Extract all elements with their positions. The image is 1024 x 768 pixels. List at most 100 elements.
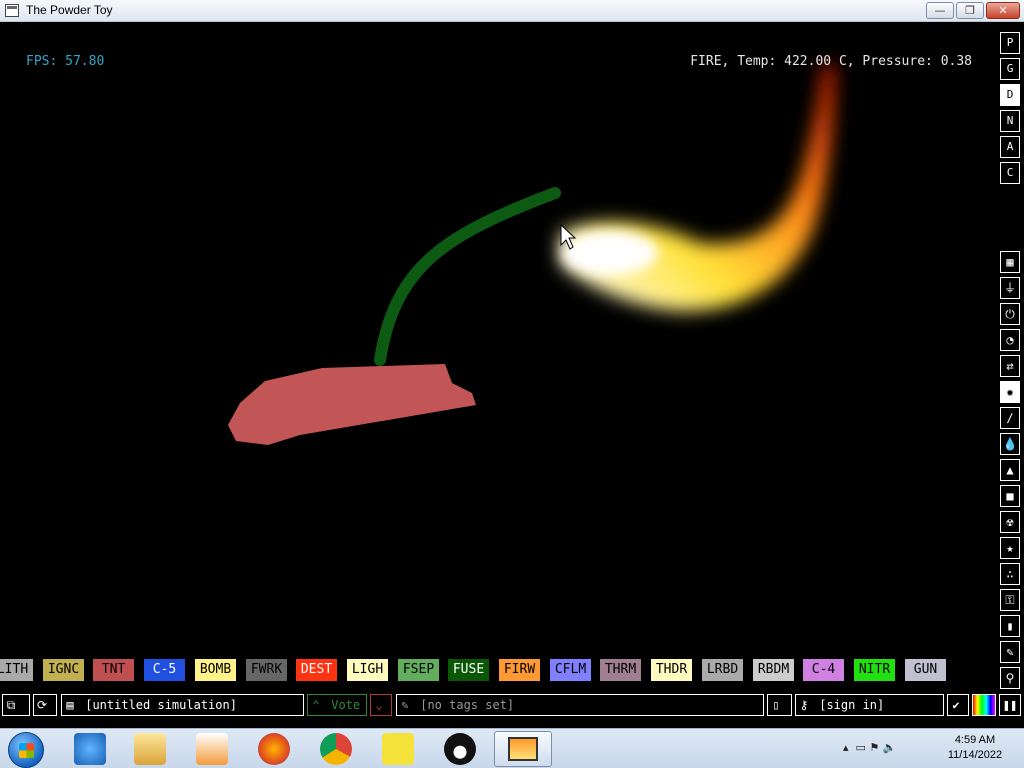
settings-button[interactable]: ✔ xyxy=(947,694,969,716)
element-c5-button[interactable]: C-5 xyxy=(144,659,185,681)
renderer-options-button[interactable] xyxy=(972,694,996,716)
maximize-button[interactable]: ❐ xyxy=(956,2,984,19)
element-ignc-button[interactable]: IGNC xyxy=(43,659,84,681)
menu-button-d[interactable]: D xyxy=(1000,84,1020,106)
tag-icon: ✎ xyxy=(401,698,409,712)
reload-button[interactable]: ⟳ xyxy=(33,694,57,716)
category-search-button[interactable]: ⚲ xyxy=(1000,667,1020,689)
element-thdr-button[interactable]: THDR xyxy=(651,659,692,681)
minimize-button[interactable]: — xyxy=(926,2,954,19)
file-explorer-icon[interactable] xyxy=(134,733,166,765)
vote-down-button[interactable]: ⌄ xyxy=(370,694,392,716)
category-powered-button[interactable]: ⏻ xyxy=(1000,303,1020,325)
element-ligh-button[interactable]: LIGH xyxy=(347,659,388,681)
element-nitr-button[interactable]: NITR xyxy=(854,659,895,681)
start-button[interactable] xyxy=(8,732,44,768)
element-cflm-button[interactable]: CFLM xyxy=(550,659,591,681)
simulation-drawing xyxy=(228,63,835,445)
powders-icon: ▲ xyxy=(1006,463,1014,477)
walls-icon: ▦ xyxy=(1006,255,1014,269)
category-special-button[interactable]: ★ xyxy=(1000,537,1020,559)
pause-button[interactable]: ❚❚ xyxy=(999,694,1021,716)
clock-time: 4:59 AM xyxy=(954,734,996,746)
element-lith-button[interactable]: LITH xyxy=(0,659,33,681)
chrome-icon[interactable] xyxy=(320,733,352,765)
particles-icon: ∴ xyxy=(1006,567,1014,581)
search-icon: ⚲ xyxy=(1005,671,1015,685)
category-electronics-button[interactable]: ⏚ xyxy=(1000,277,1020,299)
element-firw-button[interactable]: FIRW xyxy=(499,659,540,681)
fps-counter: FPS: 57.80 xyxy=(26,54,105,69)
pause-icon: ❚❚ xyxy=(1002,698,1018,712)
fire-core xyxy=(562,231,658,275)
internet-explorer-icon[interactable] xyxy=(74,733,106,765)
menu-button-c[interactable]: C xyxy=(1000,162,1020,184)
category-walls-button[interactable]: ▦ xyxy=(1000,251,1020,273)
gases-icon: ∕ xyxy=(1006,411,1014,425)
element-c4-button[interactable]: C-4 xyxy=(803,659,844,681)
element-thrm-button[interactable]: THRM xyxy=(600,659,641,681)
decoration-icon: ✎ xyxy=(1006,645,1014,659)
system-tray-icons[interactable]: ▴ ▭ ⚑ 🔈 xyxy=(843,741,896,754)
pingu-game-icon[interactable] xyxy=(444,733,476,765)
vote-up-button[interactable]: ⌃ Vote xyxy=(307,694,367,716)
category-liquids-button[interactable]: 💧 xyxy=(1000,433,1020,455)
window-title: The Powder Toy xyxy=(26,3,113,17)
element-toolbar: LITH IGNC TNT C-5 BOMB FWRK DEST LIGH FSEP FUSE FI… xyxy=(0,659,997,681)
element-rbdm-button[interactable]: RBDM xyxy=(753,659,794,681)
save-simulation-button[interactable]: ▤ [untitled simulation] xyxy=(61,694,304,716)
tags-label: [no tags set] xyxy=(420,698,515,712)
simulation-canvas[interactable]: FPS: 57.80 FIRE, Temp: 422.00 C, Pressur… xyxy=(0,23,997,656)
sign-in-label: [sign in] xyxy=(819,698,885,712)
sensors-icon: ◔ xyxy=(1006,333,1014,347)
sign-in-button[interactable]: ⚷ [sign in] xyxy=(795,694,944,716)
tools-icon: ▮ xyxy=(1006,619,1014,633)
open-icon: ⧉ xyxy=(6,698,16,712)
life-icon: ⚿ xyxy=(1005,593,1015,607)
powder-toy-taskbar-button[interactable] xyxy=(494,731,552,767)
category-particles-button[interactable]: ∴ xyxy=(1000,563,1020,585)
category-life-button[interactable]: ⚿ xyxy=(1000,589,1020,611)
element-fuse-button[interactable]: FUSE xyxy=(448,659,489,681)
app-window-icon[interactable] xyxy=(5,4,19,17)
category-tools-button[interactable]: ▮ xyxy=(1000,615,1020,637)
menu-button-g[interactable]: G xyxy=(1000,58,1020,80)
explosives-icon: ✹ xyxy=(1006,385,1014,399)
liquids-icon: 💧 xyxy=(1002,437,1018,451)
element-tnt-button[interactable]: TNT xyxy=(93,659,134,681)
menu-button-n[interactable]: N xyxy=(1000,110,1020,132)
element-fwrk-button[interactable]: FWRK xyxy=(246,659,287,681)
element-fsep-button[interactable]: FSEP xyxy=(398,659,439,681)
radioactive-icon: ☢ xyxy=(1006,515,1014,529)
spongebob-game-icon[interactable] xyxy=(382,733,414,765)
category-explosives-button[interactable]: ✹ xyxy=(1000,381,1020,403)
category-powders-button[interactable]: ▲ xyxy=(1000,459,1020,481)
menu-button-p[interactable]: P xyxy=(1000,32,1020,54)
menu-button-a[interactable]: A xyxy=(1000,136,1020,158)
checkmark-icon: ✔ xyxy=(952,698,960,712)
right-sidebar: P G D N A C ▦ ⏚ ⏻ ◔ ⇄ ✹ ∕ 💧 ▲ ■ ☢ ★ ∴ ⚿ ▮ ✎ ⚲ xyxy=(998,23,1024,689)
element-lrbd-button[interactable]: LRBD xyxy=(702,659,743,681)
firefox-icon[interactable] xyxy=(258,733,290,765)
close-button[interactable]: ✕ xyxy=(986,2,1020,19)
category-decoration-button[interactable]: ✎ xyxy=(1000,641,1020,663)
category-radioactive-button[interactable]: ☢ xyxy=(1000,511,1020,533)
category-sensors-button[interactable]: ◔ xyxy=(1000,329,1020,351)
category-force-button[interactable]: ⇄ xyxy=(1000,355,1020,377)
tags-button[interactable]: ✎ [no tags set] xyxy=(396,694,764,716)
window-titlebar: The Powder Toy — ❐ ✕ xyxy=(0,0,1024,22)
element-gun-button[interactable]: GUN xyxy=(905,659,946,681)
taskbar-clock[interactable]: 4:59 AM 11/14/2022 xyxy=(940,733,1010,763)
media-player-icon[interactable] xyxy=(196,733,228,765)
new-simulation-button[interactable]: ▯ xyxy=(767,694,792,716)
open-simulation-button[interactable]: ⧉ xyxy=(2,694,30,716)
clock-date: 11/14/2022 xyxy=(947,749,1003,761)
category-solids-button[interactable]: ■ xyxy=(1000,485,1020,507)
vote-label: Vote xyxy=(331,698,361,712)
simulation-name: [untitled simulation] xyxy=(85,698,237,712)
thumbs-up-icon: ⌃ xyxy=(312,698,320,712)
element-dest-button[interactable]: DEST xyxy=(296,659,337,681)
element-bomb-button[interactable]: BOMB xyxy=(195,659,236,681)
category-gases-button[interactable]: ∕ xyxy=(1000,407,1020,429)
special-icon: ★ xyxy=(1006,541,1014,555)
